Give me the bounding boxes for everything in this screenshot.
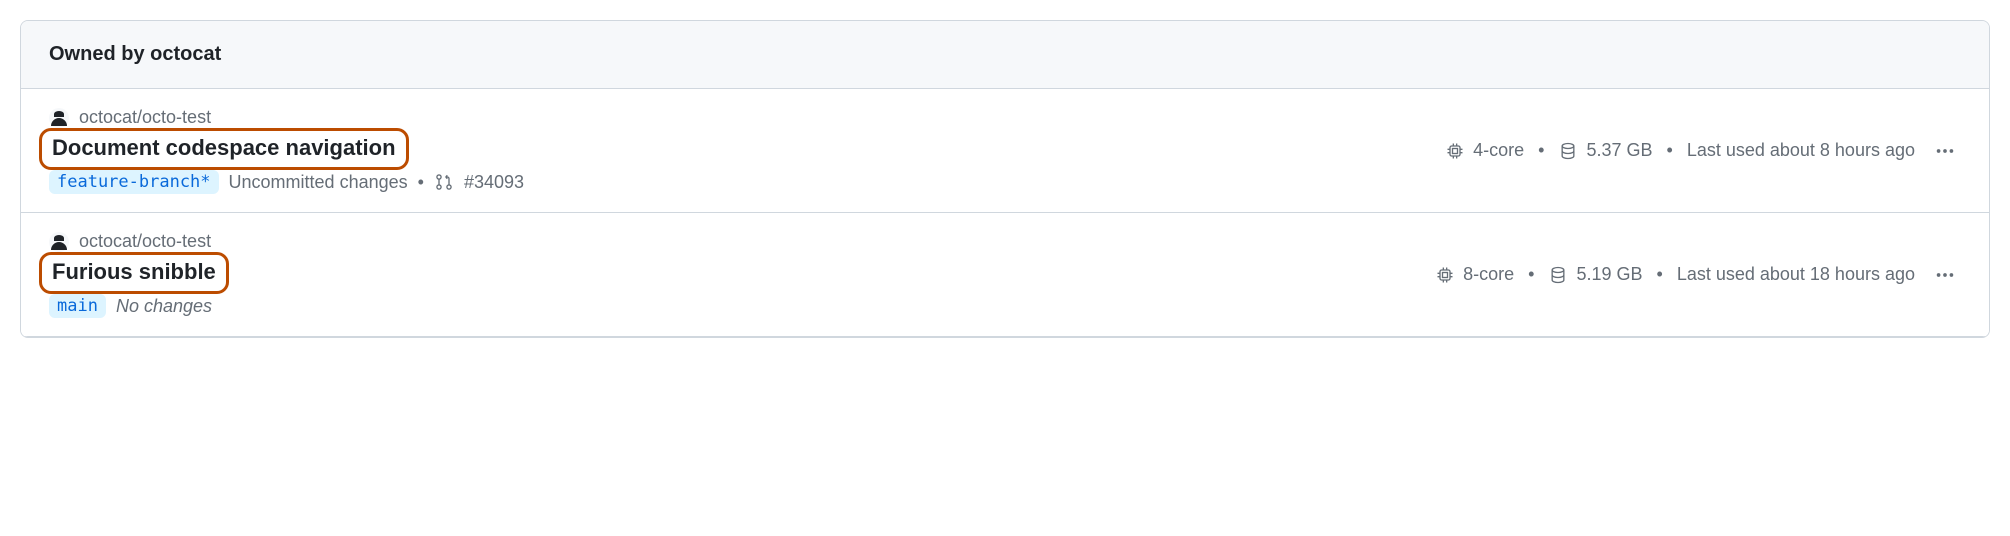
avatar-icon bbox=[49, 232, 69, 252]
last-used: Last used about 8 hours ago bbox=[1687, 140, 1915, 161]
codespace-title[interactable]: Furious snibble bbox=[39, 252, 229, 294]
separator: • bbox=[1667, 140, 1673, 161]
codespace-title[interactable]: Document codespace navigation bbox=[39, 128, 409, 170]
changes-status: Uncommitted changes bbox=[229, 172, 408, 193]
repo-path[interactable]: octocat/octo-test bbox=[79, 231, 211, 252]
actions-menu-button[interactable] bbox=[1929, 135, 1961, 167]
repo-path[interactable]: octocat/octo-test bbox=[79, 107, 211, 128]
separator: • bbox=[418, 172, 424, 193]
cpu-icon bbox=[1435, 265, 1455, 285]
storage-value: 5.37 GB bbox=[1586, 140, 1652, 161]
actions-menu-button[interactable] bbox=[1929, 259, 1961, 291]
codespace-row: octocat/octo-test Document codespace nav… bbox=[21, 89, 1989, 213]
panel-header: Owned by octocat bbox=[21, 21, 1989, 89]
changes-status: No changes bbox=[116, 296, 212, 317]
cores-value: 8-core bbox=[1463, 264, 1514, 285]
codespace-row: octocat/octo-test Furious snibble main N… bbox=[21, 213, 1989, 337]
codespaces-panel: Owned by octocat octocat/octo-test Docum… bbox=[20, 20, 1990, 338]
cores-value: 4-core bbox=[1473, 140, 1524, 161]
separator: • bbox=[1528, 264, 1534, 285]
last-used: Last used about 18 hours ago bbox=[1677, 264, 1915, 285]
separator: • bbox=[1657, 264, 1663, 285]
pr-number[interactable]: #34093 bbox=[464, 172, 524, 193]
separator: • bbox=[1538, 140, 1544, 161]
database-icon bbox=[1548, 265, 1568, 285]
database-icon bbox=[1558, 141, 1578, 161]
cpu-icon bbox=[1445, 141, 1465, 161]
pull-request-icon bbox=[434, 172, 454, 192]
header-title: Owned by octocat bbox=[49, 43, 221, 65]
avatar-icon bbox=[49, 108, 69, 128]
storage-value: 5.19 GB bbox=[1576, 264, 1642, 285]
branch-badge[interactable]: feature-branch* bbox=[49, 170, 219, 194]
branch-badge[interactable]: main bbox=[49, 294, 106, 318]
